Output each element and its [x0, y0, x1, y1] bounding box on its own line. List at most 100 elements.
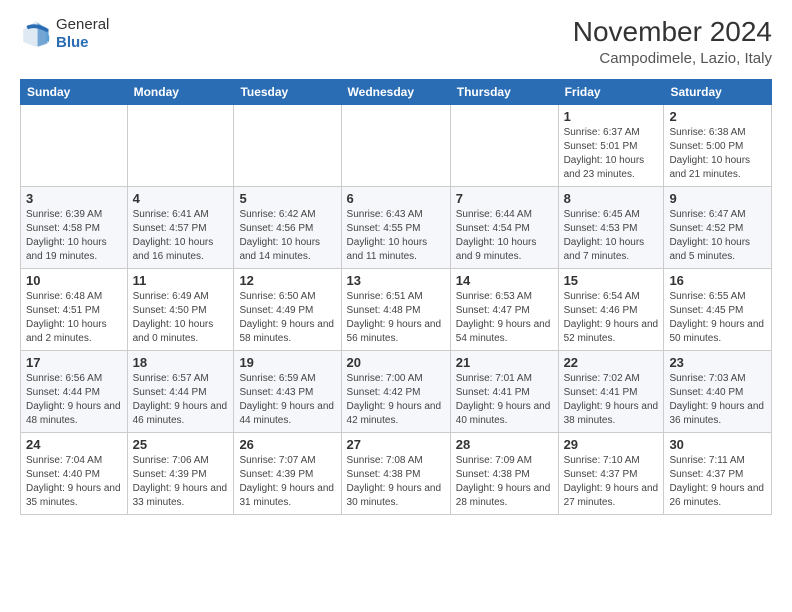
day-number: 8 — [564, 191, 659, 206]
table-row: 8 Sunrise: 6:45 AM Sunset: 4:53 PM Daylig… — [558, 187, 664, 269]
day-info: Sunrise: 6:37 AM Sunset: 5:01 PM Dayligh… — [564, 126, 659, 182]
day-info: Sunrise: 7:08 AM Sunset: 4:38 PM Dayligh… — [347, 454, 445, 510]
col-saturday: Saturday — [664, 80, 772, 105]
table-row: 30 Sunrise: 7:11 AM Sunset: 4:37 PM Dayli… — [664, 433, 772, 515]
day-info: Sunrise: 6:43 AM Sunset: 4:55 PM Dayligh… — [347, 208, 445, 264]
table-row: 15 Sunrise: 6:54 AM Sunset: 4:46 PM Dayli… — [558, 269, 664, 351]
day-info: Sunrise: 7:11 AM Sunset: 4:37 PM Dayligh… — [669, 454, 766, 510]
day-info: Sunrise: 6:50 AM Sunset: 4:49 PM Dayligh… — [239, 290, 335, 346]
day-number: 10 — [26, 273, 122, 288]
col-friday: Friday — [558, 80, 664, 105]
day-info: Sunrise: 7:09 AM Sunset: 4:38 PM Dayligh… — [456, 454, 553, 510]
day-info: Sunrise: 6:55 AM Sunset: 4:45 PM Dayligh… — [669, 290, 766, 346]
logo-general: General — [56, 16, 109, 34]
table-row: 28 Sunrise: 7:09 AM Sunset: 4:38 PM Dayli… — [450, 433, 558, 515]
col-tuesday: Tuesday — [234, 80, 341, 105]
table-row: 4 Sunrise: 6:41 AM Sunset: 4:57 PM Daylig… — [127, 187, 234, 269]
day-number: 26 — [239, 437, 335, 452]
table-row: 7 Sunrise: 6:44 AM Sunset: 4:54 PM Daylig… — [450, 187, 558, 269]
calendar: Sunday Monday Tuesday Wednesday Thursday… — [20, 79, 772, 515]
day-info: Sunrise: 6:54 AM Sunset: 4:46 PM Dayligh… — [564, 290, 659, 346]
table-row: 24Sunrise: 7:04 AM Sunset: 4:40 PM Dayli… — [21, 433, 128, 515]
table-row: 6 Sunrise: 6:43 AM Sunset: 4:55 PM Daylig… — [341, 187, 450, 269]
logo-blue: Blue — [56, 34, 109, 52]
table-row: 22Sunrise: 7:02 AM Sunset: 4:41 PM Dayli… — [558, 351, 664, 433]
table-row: 25 Sunrise: 7:06 AM Sunset: 4:39 PM Dayli… — [127, 433, 234, 515]
month-title: November 2024 — [573, 16, 772, 48]
day-info: Sunrise: 7:03 AM Sunset: 4:40 PM Dayligh… — [669, 372, 766, 428]
day-number: 29 — [564, 437, 659, 452]
table-row: 11 Sunrise: 6:49 AM Sunset: 4:50 PM Dayli… — [127, 269, 234, 351]
day-number: 17 — [26, 355, 122, 370]
day-info: Sunrise: 6:51 AM Sunset: 4:48 PM Dayligh… — [347, 290, 445, 346]
table-row: 20Sunrise: 7:00 AM Sunset: 4:42 PM Dayli… — [341, 351, 450, 433]
day-number: 9 — [669, 191, 766, 206]
day-info: Sunrise: 7:04 AM Sunset: 4:40 PM Dayligh… — [26, 454, 122, 510]
day-number: 11 — [133, 273, 229, 288]
day-info: Sunrise: 6:48 AM Sunset: 4:51 PM Dayligh… — [26, 290, 122, 346]
title-block: November 2024 Campodimele, Lazio, Italy — [573, 16, 772, 67]
day-number: 14 — [456, 273, 553, 288]
day-number: 4 — [133, 191, 229, 206]
col-thursday: Thursday — [450, 80, 558, 105]
logo: General Blue — [20, 16, 109, 52]
day-info: Sunrise: 6:39 AM Sunset: 4:58 PM Dayligh… — [26, 208, 122, 264]
logo-icon — [20, 18, 52, 50]
table-row: 14 Sunrise: 6:53 AM Sunset: 4:47 PM Dayli… — [450, 269, 558, 351]
table-row: 2 Sunrise: 6:38 AM Sunset: 5:00 PM Daylig… — [664, 105, 772, 187]
day-number: 13 — [347, 273, 445, 288]
day-number: 28 — [456, 437, 553, 452]
calendar-week-row: 1Sunrise: 6:37 AM Sunset: 5:01 PM Daylig… — [21, 105, 772, 187]
calendar-week-row: 24Sunrise: 7:04 AM Sunset: 4:40 PM Dayli… — [21, 433, 772, 515]
table-row: 3 Sunrise: 6:39 AM Sunset: 4:58 PM Daylig… — [21, 187, 128, 269]
day-info: Sunrise: 6:53 AM Sunset: 4:47 PM Dayligh… — [456, 290, 553, 346]
day-number: 3 — [26, 191, 122, 206]
calendar-week-row: 10 Sunrise: 6:48 AM Sunset: 4:51 PM Dayli… — [21, 269, 772, 351]
calendar-header-row: Sunday Monday Tuesday Wednesday Thursday… — [21, 80, 772, 105]
day-info: Sunrise: 6:56 AM Sunset: 4:44 PM Dayligh… — [26, 372, 122, 428]
day-info: Sunrise: 7:00 AM Sunset: 4:42 PM Dayligh… — [347, 372, 445, 428]
day-info: Sunrise: 6:38 AM Sunset: 5:00 PM Dayligh… — [669, 126, 766, 182]
day-number: 16 — [669, 273, 766, 288]
day-number: 6 — [347, 191, 445, 206]
day-number: 30 — [669, 437, 766, 452]
day-info: Sunrise: 7:06 AM Sunset: 4:39 PM Dayligh… — [133, 454, 229, 510]
day-number: 15 — [564, 273, 659, 288]
table-row: 26Sunrise: 7:07 AM Sunset: 4:39 PM Dayli… — [234, 433, 341, 515]
col-sunday: Sunday — [21, 80, 128, 105]
day-number: 21 — [456, 355, 553, 370]
day-number: 23 — [669, 355, 766, 370]
day-info: Sunrise: 7:10 AM Sunset: 4:37 PM Dayligh… — [564, 454, 659, 510]
day-number: 25 — [133, 437, 229, 452]
day-info: Sunrise: 6:57 AM Sunset: 4:44 PM Dayligh… — [133, 372, 229, 428]
day-info: Sunrise: 7:01 AM Sunset: 4:41 PM Dayligh… — [456, 372, 553, 428]
table-row: 9 Sunrise: 6:47 AM Sunset: 4:52 PM Daylig… — [664, 187, 772, 269]
col-wednesday: Wednesday — [341, 80, 450, 105]
table-row: 19Sunrise: 6:59 AM Sunset: 4:43 PM Dayli… — [234, 351, 341, 433]
table-row: 23 Sunrise: 7:03 AM Sunset: 4:40 PM Dayli… — [664, 351, 772, 433]
day-number: 22 — [564, 355, 659, 370]
page-container: General Blue November 2024 Campodimele, … — [0, 0, 792, 527]
header: General Blue November 2024 Campodimele, … — [20, 16, 772, 67]
table-row — [450, 105, 558, 187]
day-number: 27 — [347, 437, 445, 452]
table-row — [341, 105, 450, 187]
calendar-week-row: 3 Sunrise: 6:39 AM Sunset: 4:58 PM Daylig… — [21, 187, 772, 269]
calendar-week-row: 17 Sunrise: 6:56 AM Sunset: 4:44 PM Dayli… — [21, 351, 772, 433]
table-row: 17 Sunrise: 6:56 AM Sunset: 4:44 PM Dayli… — [21, 351, 128, 433]
day-info: Sunrise: 6:47 AM Sunset: 4:52 PM Dayligh… — [669, 208, 766, 264]
table-row: 21 Sunrise: 7:01 AM Sunset: 4:41 PM Dayli… — [450, 351, 558, 433]
table-row — [21, 105, 128, 187]
day-info: Sunrise: 6:49 AM Sunset: 4:50 PM Dayligh… — [133, 290, 229, 346]
day-number: 7 — [456, 191, 553, 206]
table-row — [127, 105, 234, 187]
day-info: Sunrise: 6:44 AM Sunset: 4:54 PM Dayligh… — [456, 208, 553, 264]
table-row: 10 Sunrise: 6:48 AM Sunset: 4:51 PM Dayli… — [21, 269, 128, 351]
day-info: Sunrise: 6:41 AM Sunset: 4:57 PM Dayligh… — [133, 208, 229, 264]
table-row: 16 Sunrise: 6:55 AM Sunset: 4:45 PM Dayli… — [664, 269, 772, 351]
day-number: 2 — [669, 109, 766, 124]
table-row: 5Sunrise: 6:42 AM Sunset: 4:56 PM Daylig… — [234, 187, 341, 269]
table-row: 29 Sunrise: 7:10 AM Sunset: 4:37 PM Dayli… — [558, 433, 664, 515]
day-info: Sunrise: 6:45 AM Sunset: 4:53 PM Dayligh… — [564, 208, 659, 264]
day-number: 18 — [133, 355, 229, 370]
